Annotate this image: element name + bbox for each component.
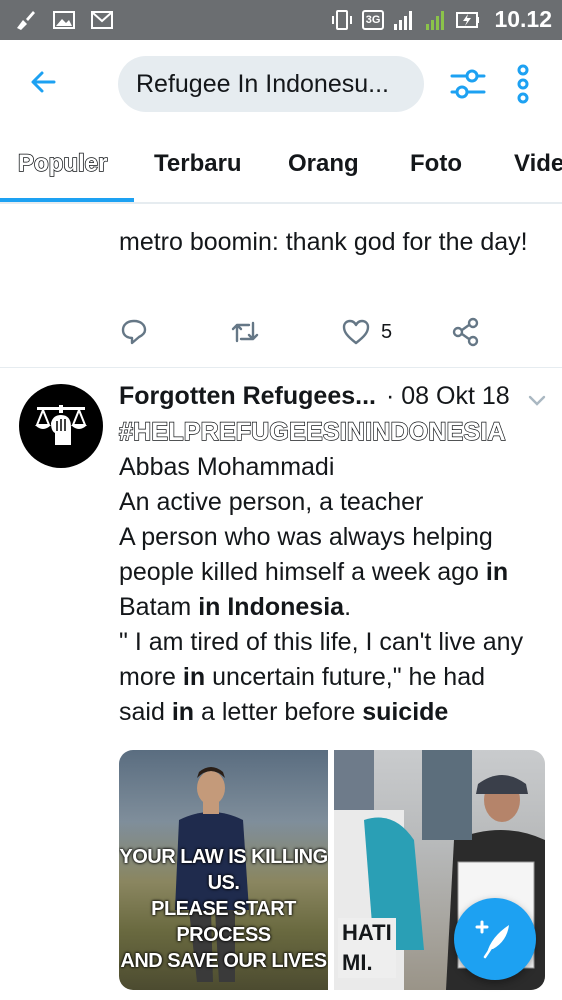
tweet-card-previous[interactable]: metro boomin: thank god for the day! 5	[0, 204, 562, 368]
network-type-label: 3G	[361, 9, 385, 30]
back-arrow-icon[interactable]	[26, 64, 62, 100]
search-tabs: Populer Terbaru Orang Foto Vide	[0, 126, 562, 204]
compose-tweet-button[interactable]	[454, 898, 536, 980]
retweet-icon	[231, 321, 259, 343]
tweet-line: said in a letter before suicide	[119, 698, 449, 726]
active-tab-indicator	[0, 198, 134, 202]
protest-sign-text: HATI MI.	[338, 918, 396, 978]
tweet-date: · 08 Okt 18	[385, 382, 510, 410]
status-bar: 3G 10.12	[0, 0, 562, 40]
status-left-icons	[14, 8, 114, 32]
like-button[interactable]: 5	[341, 316, 392, 348]
search-query-text: Refugee In Indonesu...	[136, 69, 389, 98]
compose-feather-icon	[475, 920, 509, 959]
tweet-line: An active person, a teacher	[119, 488, 424, 516]
tab-terbaru[interactable]: Terbaru	[154, 150, 242, 178]
tab-populer[interactable]: Populer	[17, 149, 108, 178]
share-button[interactable]	[451, 316, 481, 348]
tweet-line: people killed himself a week ago in	[119, 558, 509, 586]
search-input[interactable]: Refugee In Indonesu...	[118, 56, 424, 112]
tweet-text: metro boomin: thank god for the day!	[119, 228, 528, 256]
author-name[interactable]: Forgotten Refugees...	[119, 382, 376, 410]
gallery-icon	[53, 11, 75, 29]
tweet-line: " I am tired of this life, I can't live …	[119, 628, 524, 656]
hashtag-link[interactable]: #HELPREFUGEESININDONESIA	[118, 417, 506, 447]
cleaner-icon	[17, 11, 35, 30]
tweet-text: Abbas Mohammadi An active person, a teac…	[119, 450, 549, 730]
vertical-dots-icon[interactable]	[508, 62, 538, 106]
tweet-photo-1[interactable]: YOUR LAW IS KILLING US. PLEASE START PRO…	[119, 750, 328, 990]
retweet-button[interactable]	[229, 316, 261, 348]
tab-orang[interactable]: Orang	[288, 150, 359, 178]
status-right-icons: 3G 10.12	[330, 6, 552, 33]
avatar[interactable]	[19, 384, 103, 468]
tweet-line: Batam in Indonesia.	[119, 593, 352, 621]
vibrate-icon	[331, 9, 352, 30]
sliders-icon[interactable]	[448, 64, 488, 104]
like-count: 5	[381, 320, 393, 343]
share-icon	[452, 317, 479, 347]
search-top-bar: Refugee In Indonesu...	[0, 40, 562, 126]
reply-icon	[121, 319, 147, 345]
chevron-down-icon[interactable]	[525, 388, 549, 412]
mail-icon	[91, 11, 113, 29]
status-time: 10.12	[494, 6, 552, 32]
tab-foto[interactable]: Foto	[410, 150, 462, 178]
tweet-line: A person who was always helping	[119, 523, 493, 551]
poster-text: YOUR LAW IS KILLING US. PLEASE START PRO…	[119, 846, 328, 972]
tweet-actions: 5	[119, 316, 499, 352]
reply-button[interactable]	[119, 316, 149, 348]
tweet-line: more in uncertain future," he had	[119, 663, 486, 691]
tweet-line: Abbas Mohammadi	[119, 453, 335, 481]
heart-icon	[342, 319, 370, 345]
tweet-header: Forgotten Refugees... · 08 Okt 18	[119, 382, 549, 416]
battery-charging-icon	[456, 11, 480, 28]
signal-sim2-icon	[426, 10, 445, 30]
signal-sim1-icon	[394, 10, 413, 30]
tab-video[interactable]: Vide	[514, 150, 562, 178]
justice-scales-icon	[35, 405, 87, 445]
